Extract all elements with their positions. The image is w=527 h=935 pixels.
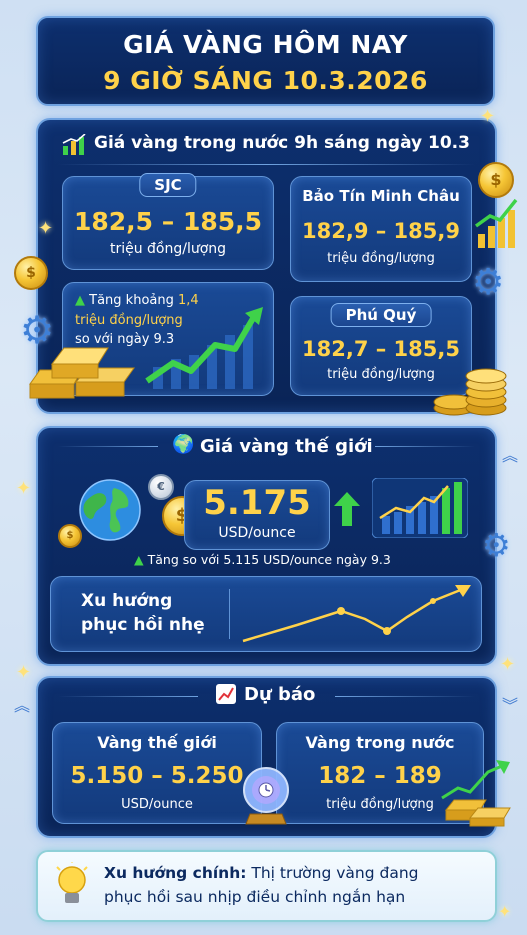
divider-line <box>375 446 475 447</box>
header-banner: GIÁ VÀNG HÔM NAY 9 GIỜ SÁNG 10.3.2026 <box>36 16 495 106</box>
divider-line <box>58 696 198 697</box>
crystal-ball-icon <box>238 764 294 832</box>
up-arrow-icon <box>334 492 360 530</box>
gear-icon: ⚙ <box>472 262 505 303</box>
growth-arrow-icon <box>143 305 267 395</box>
world-title: Giá vàng thế giới <box>200 436 373 457</box>
lightbulb-icon <box>54 861 90 912</box>
domestic-title: Giá vàng trong nước 9h sáng ngày 10.3 <box>94 133 470 153</box>
forecast-world-range: 5.150 – 5.250 <box>70 763 244 789</box>
btmc-label: Bảo Tín Minh Châu <box>302 187 460 205</box>
header-subtitle: 9 GIỜ SÁNG 10.3.2026 <box>103 66 428 95</box>
growth-chart-icon <box>474 196 520 254</box>
sjc-unit: triệu đồng/lượng <box>109 241 227 257</box>
sparkle-icon: ✦ <box>38 218 54 239</box>
divider-line <box>229 589 230 639</box>
globe-icon: 🌍 <box>172 434 195 455</box>
sparkle-icon: ✦ <box>498 902 512 921</box>
main-trend-line1: Xu hướng chính: Thị trường vàng đang <box>104 864 419 882</box>
world-unit: USD/ounce <box>218 525 296 541</box>
btmc-unit: triệu đồng/lượng <box>327 251 435 266</box>
header-title: GIÁ VÀNG HÔM NAY <box>123 30 408 59</box>
bar-chart-icon <box>62 133 86 160</box>
gear-icon: ⚙ <box>482 526 511 564</box>
forecast-title: Dự báo <box>244 684 316 705</box>
trend-line-icon <box>237 581 473 651</box>
coin-stack-icon <box>430 358 510 422</box>
world-panel: 🌍 Giá vàng thế giới $ € $ 5.175 USD/ounc… <box>36 426 497 666</box>
gold-bars-icon <box>440 758 512 832</box>
up-arrow-icon: ▲ <box>134 552 144 567</box>
sjc-price: 182,5 – 185,5 <box>73 207 263 236</box>
bar-chart-icon <box>371 477 469 542</box>
sparkle-icon: ✦ <box>500 654 516 675</box>
world-trend-card: Xu hướng phục hồi nhẹ <box>50 576 482 652</box>
euro-coin-icon: € <box>148 474 174 500</box>
main-trend-text1: Thị trường vàng đang <box>246 864 419 882</box>
phuquy-label: Phú Quý <box>330 303 432 327</box>
sjc-card: SJC 182,5 – 185,5 triệu đồng/lượng <box>62 173 274 270</box>
divider-line <box>335 696 475 697</box>
main-trend-box: Xu hướng chính: Thị trường vàng đang phụ… <box>36 850 497 922</box>
main-trend-label: Xu hướng chính: <box>104 864 247 882</box>
gold-coin-icon: $ <box>478 162 514 198</box>
forecast-world-label: Vàng thế giới <box>97 733 217 752</box>
trend-line2: phục hồi nhẹ <box>81 615 205 635</box>
chevron-up-icon: ︽ <box>14 696 31 715</box>
forecast-world-unit: USD/ounce <box>121 797 193 812</box>
world-change-text: Tăng so với 5.115 USD/ounce ngày 9.3 <box>147 552 391 567</box>
gold-bars-icon <box>24 322 144 410</box>
world-change-note: ▲ Tăng so với 5.115 USD/ounce ngày 9.3 <box>134 552 391 567</box>
btmc-price: 182,9 – 185,9 <box>302 219 460 243</box>
sparkle-icon: ✦ <box>16 662 32 683</box>
divider-line <box>58 446 158 447</box>
trend-line1: Xu hướng <box>81 591 173 611</box>
world-price: 5.175 <box>203 483 311 523</box>
globe-illustration-icon <box>78 478 142 546</box>
sjc-label: SJC <box>139 173 197 197</box>
divider-line <box>58 164 475 165</box>
gold-coin-icon: $ <box>14 256 48 290</box>
main-trend-line2: phục hồi sau nhịp điều chỉnh ngắn hạn <box>104 888 406 906</box>
chevron-up-icon: ︽ <box>502 446 519 465</box>
dollar-coin-icon: $ <box>58 524 82 548</box>
sparkle-icon: ✦ <box>16 478 32 499</box>
chevron-down-icon: ︾ <box>502 696 519 715</box>
sparkle-icon: ✦ <box>480 106 496 127</box>
btmc-card: Bảo Tín Minh Châu 182,9 – 185,9 triệu đồ… <box>290 176 472 282</box>
forecast-world-card: Vàng thế giới 5.150 – 5.250 USD/ounce <box>52 722 262 824</box>
up-arrow-icon: ▲ <box>75 293 85 308</box>
forecast-domestic-label: Vàng trong nước <box>305 733 455 752</box>
forecast-panel: Dự báo Vàng thế giới 5.150 – 5.250 USD/o… <box>36 676 497 838</box>
chart-up-icon <box>216 684 236 708</box>
world-price-card: 5.175 USD/ounce <box>184 480 330 550</box>
